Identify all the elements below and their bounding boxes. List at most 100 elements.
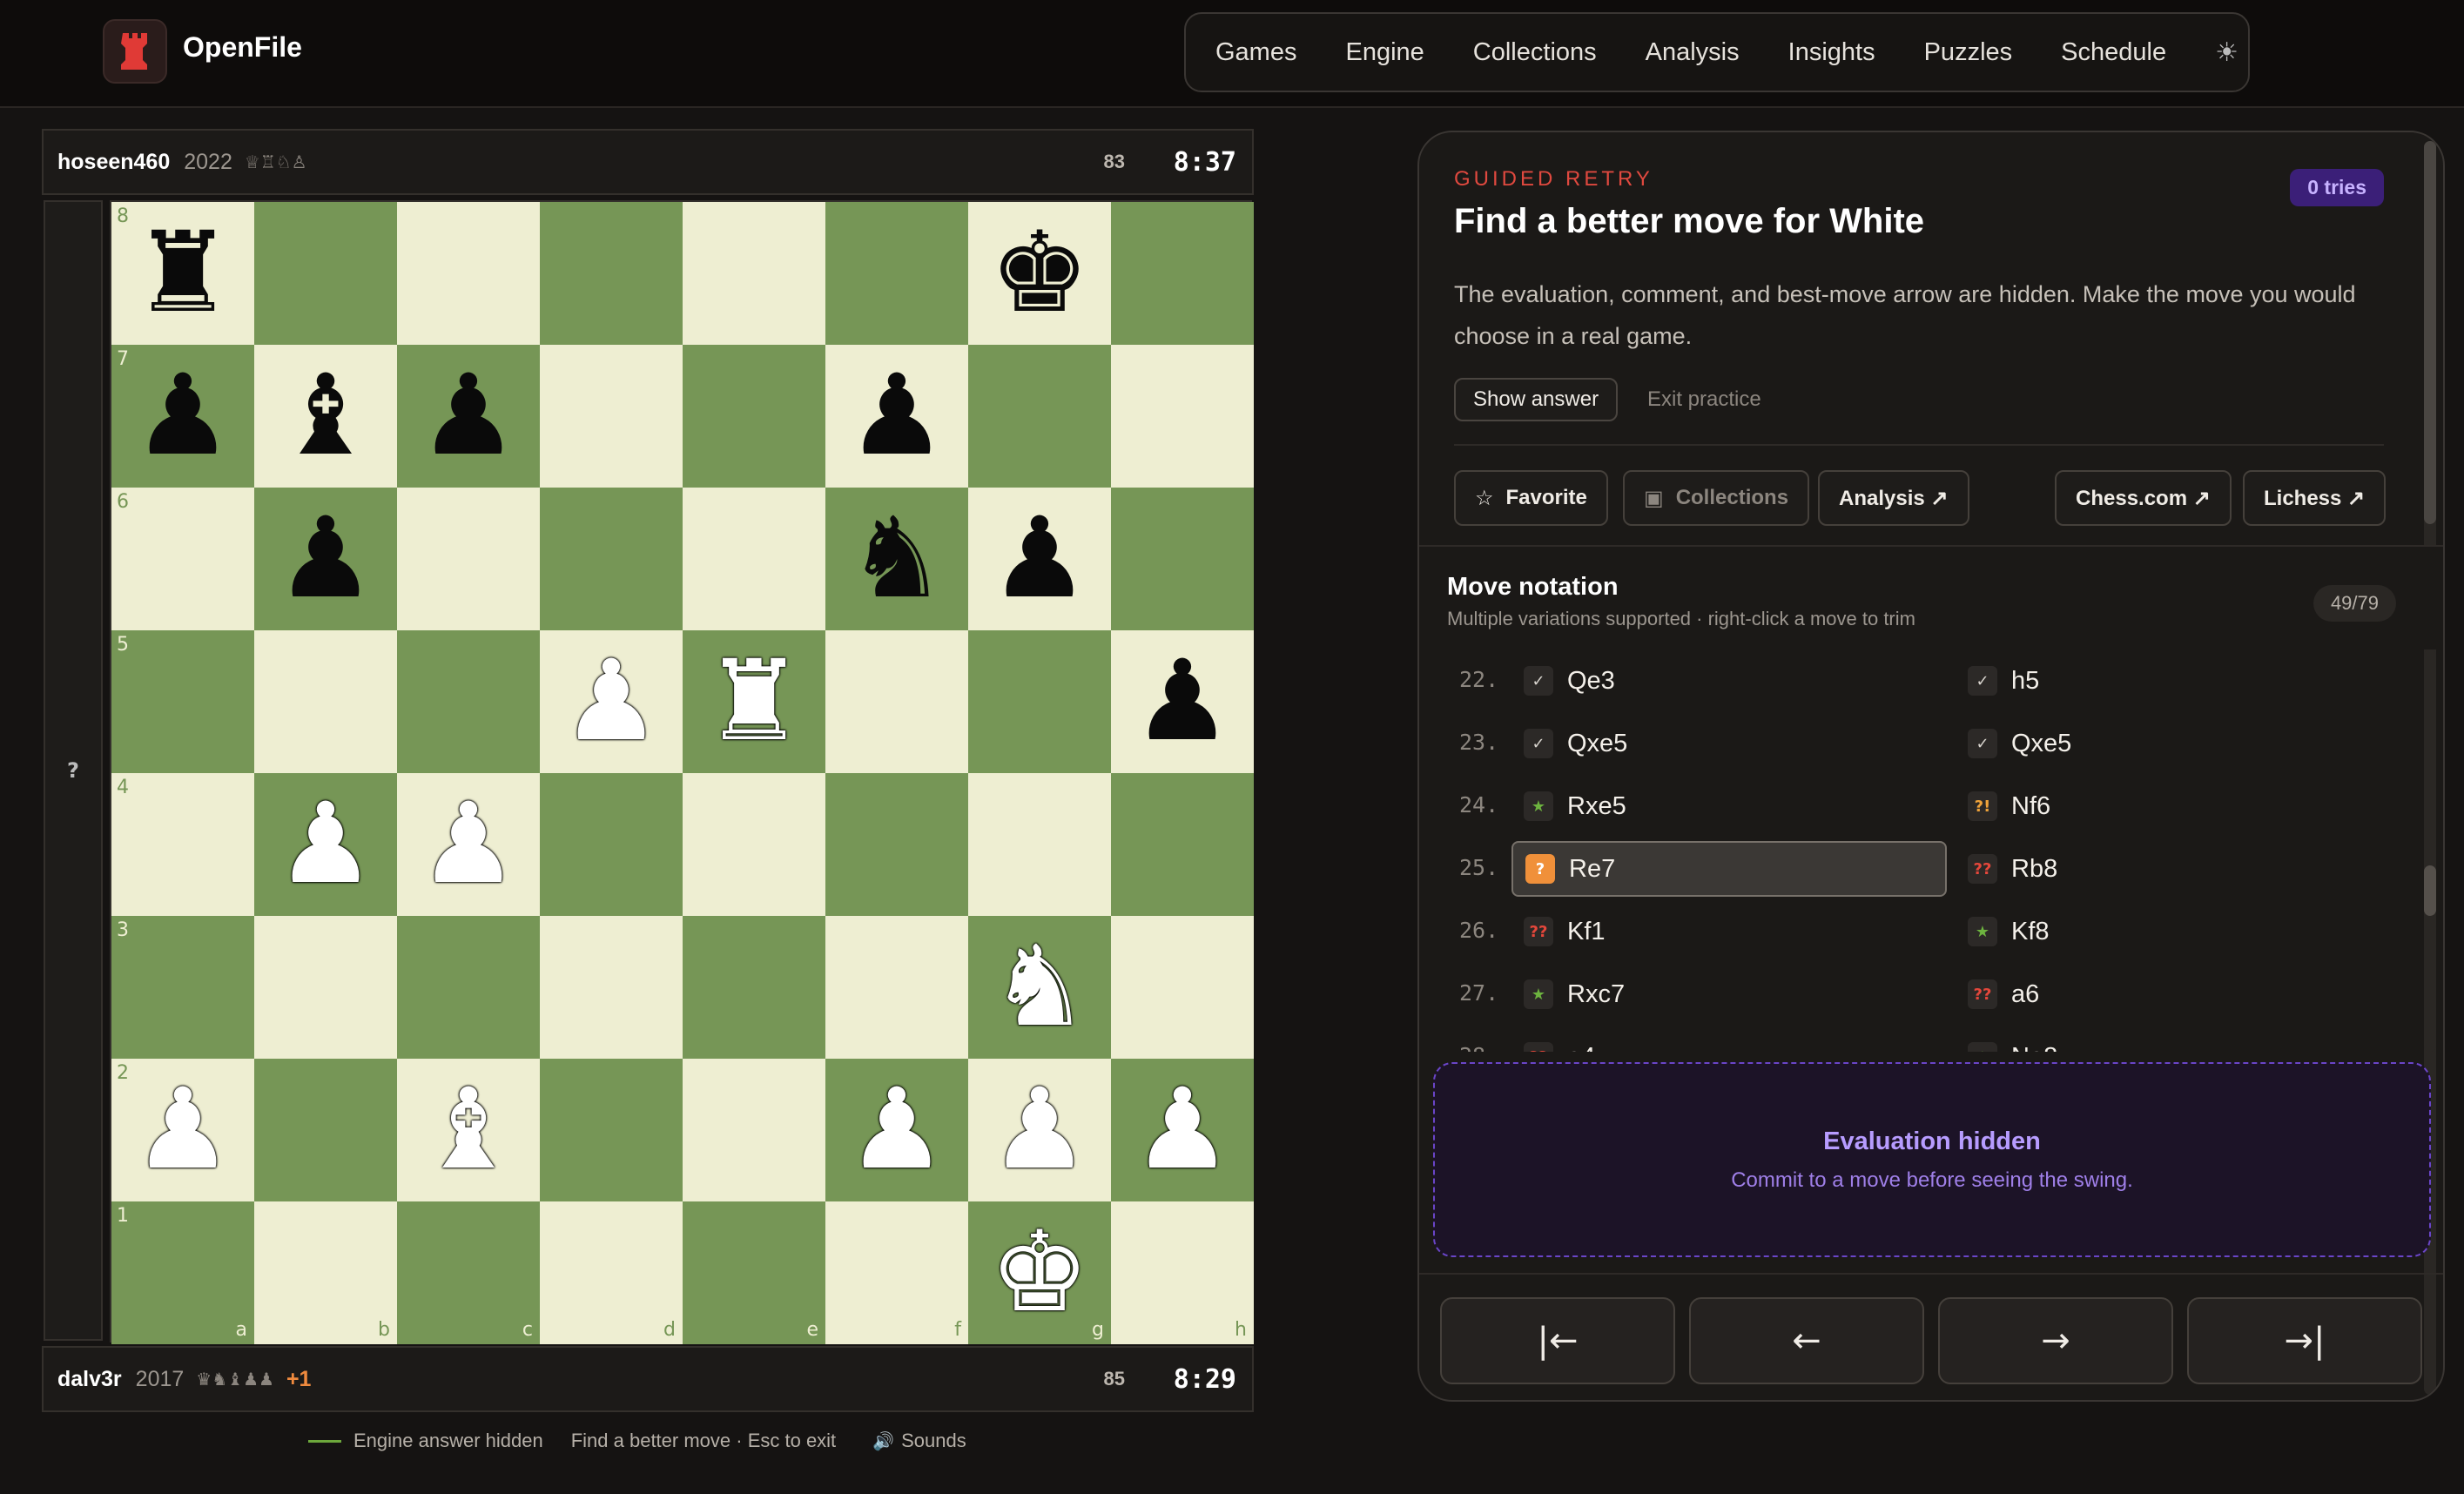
square-c3[interactable] <box>397 916 540 1059</box>
square-g5[interactable] <box>968 630 1111 773</box>
nav-schedule[interactable]: Schedule <box>2061 38 2166 67</box>
square-c4[interactable]: ♟ <box>397 773 540 916</box>
square-b4[interactable]: ♟ <box>254 773 397 916</box>
square-g2[interactable]: ♟ <box>968 1059 1111 1201</box>
white-king-icon[interactable]: ♚ <box>990 1217 1090 1329</box>
square-a8[interactable]: 8 ♜ <box>111 202 254 345</box>
square-g1[interactable]: g ♚ <box>968 1201 1111 1344</box>
square-d2[interactable] <box>540 1059 683 1201</box>
black-pawn-icon[interactable]: ♟ <box>847 360 947 472</box>
square-d8[interactable] <box>540 202 683 345</box>
top-player-name[interactable]: hoseen460 <box>57 150 170 175</box>
square-h2[interactable]: ♟ <box>1111 1059 1254 1201</box>
square-b1[interactable]: b <box>254 1201 397 1344</box>
square-a1[interactable]: 1a <box>111 1201 254 1344</box>
panel-scrollbar-thumb[interactable] <box>2424 141 2436 524</box>
black-move[interactable]: ?! Nf6 <box>1956 778 2391 834</box>
chess-board[interactable]: 8 ♜ ♚ 7 ♟ ♝ ♟ ♟ 6 ♟ ♞ ♟ 5 ♟ ♜ ♟ 4 ♟ ♟ 3 ♞ 2 ♟ ♝ ♟ ♟ ♟ 1 a b c d e f g ♚ h <box>110 200 1254 1344</box>
square-e6[interactable] <box>683 488 825 630</box>
square-b3[interactable] <box>254 916 397 1059</box>
square-h6[interactable] <box>1111 488 1254 630</box>
square-f1[interactable]: f <box>825 1201 968 1344</box>
nav-analysis[interactable]: Analysis <box>1646 38 1740 67</box>
app-name[interactable]: OpenFile <box>183 31 302 64</box>
black-pawn-icon[interactable]: ♟ <box>133 360 233 472</box>
square-g7[interactable] <box>968 345 1111 488</box>
square-f7[interactable]: ♟ <box>825 345 968 488</box>
black-king-icon[interactable]: ♚ <box>990 218 1090 329</box>
square-a4[interactable]: 4 <box>111 773 254 916</box>
square-d1[interactable]: d <box>540 1201 683 1344</box>
square-d5[interactable]: ♟ <box>540 630 683 773</box>
black-move[interactable]: ★ Ne8 <box>1956 1029 2391 1052</box>
black-move[interactable]: ✓ h5 <box>1956 653 2391 709</box>
black-move[interactable]: ✓ Qxe5 <box>1956 716 2391 771</box>
white-pawn-icon[interactable]: ♟ <box>276 789 376 900</box>
collections-button[interactable]: ▣ Collections <box>1623 470 1810 526</box>
black-pawn-icon[interactable]: ♟ <box>990 503 1090 615</box>
previous-move-button[interactable]: ← <box>1689 1297 1924 1384</box>
white-move[interactable]: ★ Rxe5 <box>1511 778 1947 834</box>
square-g8[interactable]: ♚ <box>968 202 1111 345</box>
square-g3[interactable]: ♞ <box>968 916 1111 1059</box>
square-h5[interactable]: ♟ <box>1111 630 1254 773</box>
square-h3[interactable] <box>1111 916 1254 1059</box>
square-b7[interactable]: ♝ <box>254 345 397 488</box>
black-move[interactable]: ?? Rb8 <box>1956 841 2391 897</box>
white-pawn-icon[interactable]: ♟ <box>1133 1074 1233 1186</box>
square-b2[interactable] <box>254 1059 397 1201</box>
nav-puzzles[interactable]: Puzzles <box>1924 38 2013 67</box>
square-f2[interactable]: ♟ <box>825 1059 968 1201</box>
square-b8[interactable] <box>254 202 397 345</box>
show-answer-button[interactable]: Show answer <box>1454 378 1619 421</box>
bottom-player-name[interactable]: dalv3r <box>57 1367 122 1392</box>
square-f5[interactable] <box>825 630 968 773</box>
white-move[interactable]: ?? a4 <box>1511 1029 1947 1052</box>
chesscom-link[interactable]: Chess.com ↗ <box>2055 470 2232 526</box>
app-logo[interactable] <box>103 19 167 84</box>
square-a5[interactable]: 5 <box>111 630 254 773</box>
white-pawn-icon[interactable]: ♟ <box>990 1074 1090 1186</box>
square-d3[interactable] <box>540 916 683 1059</box>
square-c8[interactable] <box>397 202 540 345</box>
square-e8[interactable] <box>683 202 825 345</box>
square-c1[interactable]: c <box>397 1201 540 1344</box>
square-h7[interactable] <box>1111 345 1254 488</box>
white-move[interactable]: ?? Kf1 <box>1511 904 1947 959</box>
white-move[interactable]: ? Re7 <box>1511 841 1947 897</box>
nav-collections[interactable]: Collections <box>1473 38 1597 67</box>
white-move[interactable]: ★ Rxc7 <box>1511 966 1947 1022</box>
white-move[interactable]: ✓ Qxe5 <box>1511 716 1947 771</box>
square-d4[interactable] <box>540 773 683 916</box>
square-h1[interactable]: h <box>1111 1201 1254 1344</box>
square-g4[interactable] <box>968 773 1111 916</box>
sounds-toggle[interactable]: Sounds <box>901 1430 966 1452</box>
square-f6[interactable]: ♞ <box>825 488 968 630</box>
square-f4[interactable] <box>825 773 968 916</box>
last-move-button[interactable]: →| <box>2187 1297 2422 1384</box>
move-list-scrollbar[interactable] <box>2424 649 2436 1052</box>
exit-practice-button[interactable]: Exit practice <box>1647 378 1761 421</box>
favorite-button[interactable]: ☆ Favorite <box>1454 470 1608 526</box>
black-pawn-icon[interactable]: ♟ <box>419 360 519 472</box>
square-c2[interactable]: ♝ <box>397 1059 540 1201</box>
sound-icon[interactable]: 🔊 <box>872 1430 894 1452</box>
square-e5[interactable]: ♜ <box>683 630 825 773</box>
next-move-button[interactable]: → <box>1938 1297 2173 1384</box>
square-e4[interactable] <box>683 773 825 916</box>
square-c7[interactable]: ♟ <box>397 345 540 488</box>
white-rook-icon[interactable]: ♜ <box>704 646 805 757</box>
analysis-link[interactable]: Analysis ↗ <box>1818 470 1969 526</box>
square-a2[interactable]: 2 ♟ <box>111 1059 254 1201</box>
black-pawn-icon[interactable]: ♟ <box>276 503 376 615</box>
black-rook-icon[interactable]: ♜ <box>133 218 233 329</box>
black-bishop-icon[interactable]: ♝ <box>276 360 376 472</box>
white-pawn-icon[interactable]: ♟ <box>133 1074 233 1186</box>
white-bishop-icon[interactable]: ♝ <box>419 1074 519 1186</box>
square-g6[interactable]: ♟ <box>968 488 1111 630</box>
black-knight-icon[interactable]: ♞ <box>847 503 947 615</box>
square-h4[interactable] <box>1111 773 1254 916</box>
nav-engine[interactable]: Engine <box>1345 38 1424 67</box>
nav-insights[interactable]: Insights <box>1788 38 1875 67</box>
square-f3[interactable] <box>825 916 968 1059</box>
